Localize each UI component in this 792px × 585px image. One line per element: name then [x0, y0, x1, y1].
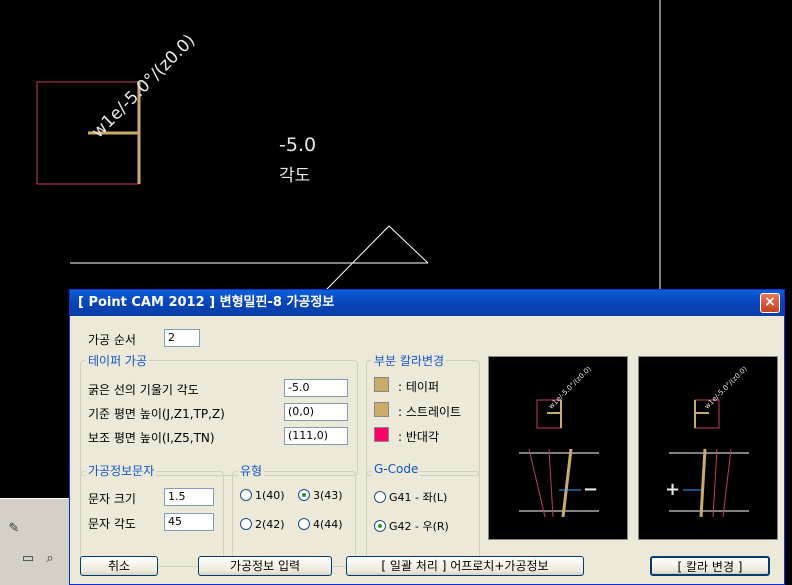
reverse-color-label: : 반대각 [398, 430, 439, 444]
close-icon[interactable]: × [760, 293, 780, 313]
angle-value-text: -5.0 [279, 134, 317, 156]
preview-right: w1e/-5.0°/(z0.0) + [638, 356, 778, 540]
color-group-title: 부분 칼라변경 [372, 352, 447, 369]
angle-caption-text: 각도 [279, 166, 311, 186]
taper-color-label: : 테이퍼 [398, 380, 439, 394]
reverse-color-swatch[interactable] [374, 427, 389, 442]
color-change-button[interactable]: [ 칼라 변경 ] [650, 556, 770, 576]
order-label: 가공 순서 [88, 333, 136, 347]
type-option-2[interactable]: 2(42) [240, 518, 285, 531]
plus-sign-icon: + [665, 479, 681, 500]
ruler-icon[interactable]: ▭ [18, 549, 38, 569]
aux-plane-input[interactable]: (111,0) [284, 427, 348, 445]
left-toolbar: ✎ ▭ ⌕ [0, 498, 70, 585]
gcode-g41-option[interactable]: G41 - 좌(L) [374, 489, 447, 505]
radio-icon [240, 489, 252, 501]
radio-icon [374, 491, 386, 503]
gcode-g42-option[interactable]: G42 - 우(R) [374, 518, 449, 534]
type-option-4[interactable]: 4(44) [298, 518, 343, 531]
text-angle-input[interactable]: 45 [164, 513, 214, 531]
gcode-group-title: G-Code [372, 462, 421, 476]
radio-selected-icon [298, 489, 310, 501]
text-group-title: 가공정보문자 [86, 462, 157, 479]
preview-left: w1e/-5.0°/(z0.0) − [488, 356, 628, 540]
preview-left-drawing [519, 399, 599, 518]
taper-color-swatch[interactable] [374, 377, 389, 392]
order-input[interactable]: 2 [164, 329, 200, 347]
taper-row-label: 굵은 선의 기울기 각도 [88, 383, 199, 397]
type-option-1[interactable]: 1(40) [240, 489, 285, 502]
triangle-marker [325, 225, 429, 291]
pencil-icon[interactable]: ✎ [4, 519, 24, 539]
taper-group-title: 테이퍼 가공 [86, 352, 150, 369]
base-plane-input[interactable]: (0,0) [284, 403, 348, 421]
dialog-body: 가공 순서 2 테이퍼 가공 굵은 선의 기울기 각도 -5.0 기준 평면 높… [72, 318, 782, 582]
type-group-title: 유형 [238, 462, 265, 479]
taper-row-label: 기준 평면 높이(J,Z1,TP,Z) [88, 407, 225, 421]
zoom-icon[interactable]: ⌕ [40, 549, 60, 569]
cam-info-dialog: [ Point CAM 2012 ] 변형밀핀-8 가공정보 × 가공 순서 2… [69, 289, 785, 585]
batch-process-button[interactable]: [ 일괄 처리 ] 어프로치+가공정보 [346, 556, 584, 576]
taper-row-label: 보조 평면 높이(I,Z5,TN) [88, 431, 215, 445]
text-angle-label: 문자 각도 [88, 517, 136, 531]
radio-selected-icon [374, 520, 386, 532]
cancel-button[interactable]: 취소 [80, 556, 158, 576]
straight-color-swatch[interactable] [374, 402, 389, 417]
radio-icon [298, 518, 310, 530]
straight-color-label: : 스트레이트 [398, 405, 462, 419]
input-info-button[interactable]: 가공정보 입력 [198, 556, 332, 576]
text-size-input[interactable]: 1.5 [164, 488, 214, 506]
type-option-3[interactable]: 3(43) [298, 489, 343, 502]
preview-right-drawing [669, 399, 749, 518]
minus-sign-icon: − [583, 479, 599, 500]
taper-angle-input[interactable]: -5.0 [284, 379, 348, 397]
text-size-label: 문자 크기 [88, 492, 136, 506]
radio-icon [240, 518, 252, 530]
dialog-title: [ Point CAM 2012 ] 변형밀핀-8 가공정보 [70, 290, 784, 316]
